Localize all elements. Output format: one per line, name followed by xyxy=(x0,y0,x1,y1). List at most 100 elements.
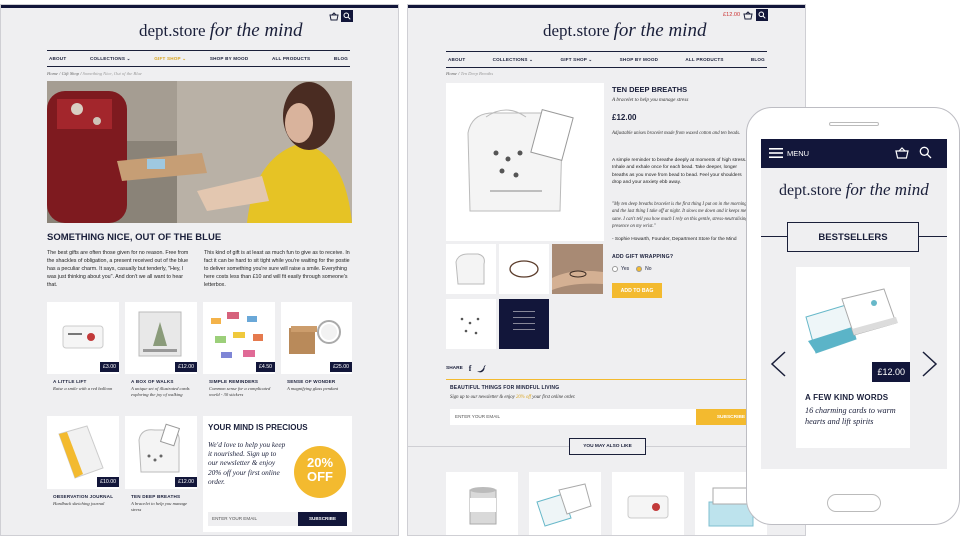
share-label: SHARE xyxy=(446,366,463,371)
product-title: TEN DEEP BREATHS xyxy=(612,85,688,94)
radio-no[interactable] xyxy=(636,266,643,272)
menu-button[interactable]: MENU xyxy=(769,148,809,158)
product-card-a-box-of-walks[interactable]: £12.00 xyxy=(125,302,197,374)
nav-collections[interactable]: COLLECTIONS ⌄ xyxy=(90,56,131,62)
breadcrumb-gift-shop[interactable]: Gift Shop xyxy=(62,71,79,76)
promo-text: We'd love to help you keep it nourished.… xyxy=(208,440,286,486)
product-description: A simple reminder to breathe deeply at m… xyxy=(612,158,747,185)
product-card-ten-deep-breaths[interactable]: £12.00 xyxy=(125,416,197,489)
basket-icon[interactable] xyxy=(895,147,909,159)
nav-collections[interactable]: COLLECTIONS ⌄ xyxy=(493,57,534,63)
price-badge: £10.00 xyxy=(97,477,119,487)
thumbnail-2[interactable] xyxy=(499,244,549,294)
price-badge: £4.50 xyxy=(256,362,275,372)
product-title[interactable]: TEN DEEP BREATHS xyxy=(131,494,180,499)
search-button[interactable] xyxy=(756,9,768,21)
product-card-simple-reminders[interactable]: £4.50 xyxy=(203,302,275,374)
product-price: £12.00 xyxy=(612,113,637,122)
product-title[interactable]: SENSE OF WONDER xyxy=(287,379,335,384)
product-subtitle: A bracelet to help you manage stress xyxy=(131,501,188,512)
nav-about[interactable]: ABOUT xyxy=(49,56,66,61)
intro-text-right: This kind of gift is at least as much fu… xyxy=(204,250,350,288)
product-card-observation-journal[interactable]: £10.00 xyxy=(47,416,119,489)
bestseller-card[interactable]: £12.00 A FEW KIND WORDS 16 charming card… xyxy=(796,267,910,448)
breadcrumb-home[interactable]: Home xyxy=(47,71,58,76)
related-product-1[interactable] xyxy=(446,472,518,535)
site-logo[interactable]: dept.store for the mind xyxy=(779,180,929,200)
nav-gift-shop[interactable]: GIFT SHOP ⌄ xyxy=(560,57,592,63)
breadcrumb-current: Ten Deep Breaths xyxy=(460,71,494,76)
thumbnail-5[interactable] xyxy=(499,299,549,349)
nav-shop-by-mood[interactable]: SHOP BY MOOD xyxy=(210,56,248,61)
price-badge: £12.00 xyxy=(175,477,197,487)
product-title[interactable]: A LITTLE LIFT xyxy=(53,379,87,384)
search-button[interactable] xyxy=(341,10,353,22)
add-to-bag-button[interactable]: ADD TO BAG xyxy=(612,283,662,298)
nav-about[interactable]: ABOUT xyxy=(448,57,465,62)
phone-speaker xyxy=(829,122,879,126)
product-card-sense-of-wonder[interactable]: £25.00 xyxy=(281,302,352,374)
thumbnail-4[interactable] xyxy=(446,299,496,349)
chevron-left-icon[interactable] xyxy=(769,351,787,377)
product-subtitle: 16 charming cards to warm hearts and lif… xyxy=(805,406,896,426)
subscribe-button[interactable]: SUBSCRIBE xyxy=(298,512,347,526)
breadcrumb-current: Something Nice, Out of the Blue xyxy=(82,71,142,76)
promo-title: YOUR MIND IS PRECIOUS xyxy=(208,423,308,432)
newsletter-promo: YOUR MIND IS PRECIOUS We'd love to help … xyxy=(203,416,352,532)
radio-yes-label: Yes xyxy=(621,266,630,272)
nav-all-products[interactable]: ALL PRODUCTS xyxy=(685,57,723,62)
gift-wrap-options: Yes No xyxy=(612,266,652,272)
menu-label: MENU xyxy=(787,148,810,158)
product-title[interactable]: SIMPLE REMINDERS xyxy=(209,379,258,384)
product-title[interactable]: A BOX OF WALKS xyxy=(131,379,174,384)
top-bar xyxy=(1,5,398,8)
nav-blog[interactable]: BLOG xyxy=(751,57,765,62)
product-card-a-little-lift[interactable]: £3.00 xyxy=(47,302,119,374)
nav-gift-shop[interactable]: GIFT SHOP ⌄ xyxy=(154,56,186,62)
product-title[interactable]: A FEW KIND WORDS xyxy=(805,393,888,402)
main-product-image[interactable] xyxy=(446,83,604,241)
breadcrumb: Home / Gift Shop / Something Nice, Out o… xyxy=(47,71,142,76)
newsletter-email-input[interactable]: ENTER YOUR EMAIL xyxy=(450,409,696,425)
email-input[interactable]: ENTER YOUR EMAIL xyxy=(208,512,298,526)
newsletter-text: Sign up to our newsletter & enjoy 20% of… xyxy=(450,395,576,400)
mobile-phone-frame: MENU dept.store for the mind BESTSELLERS… xyxy=(746,107,960,525)
quote-author: - Sophie Howarth, Founder, Department St… xyxy=(612,237,737,242)
home-button[interactable] xyxy=(827,494,881,512)
site-logo[interactable]: dept.store for the mind xyxy=(543,20,706,42)
search-icon[interactable] xyxy=(919,146,932,159)
product-subtitle: A bracelet to help you manage stress xyxy=(612,97,689,103)
twitter-icon[interactable] xyxy=(477,364,487,373)
breadcrumb: Home / Ten Deep Breaths xyxy=(446,71,494,76)
facebook-icon[interactable]: f xyxy=(469,364,472,373)
product-short-description: Adjustable unisex bracelet made from wax… xyxy=(612,131,741,136)
basket-icon[interactable] xyxy=(742,10,753,21)
chevron-right-icon[interactable] xyxy=(921,351,939,377)
search-icon xyxy=(343,12,351,20)
related-product-2[interactable] xyxy=(529,472,601,535)
related-product-3[interactable] xyxy=(612,472,684,535)
basket-icon[interactable] xyxy=(328,11,339,22)
hero-image xyxy=(47,81,352,223)
site-logo[interactable]: dept.store for the mind xyxy=(139,20,302,42)
thumbnail-3[interactable] xyxy=(552,244,603,294)
intro-text-left: The best gifts are often those given for… xyxy=(47,250,189,288)
thumbnail-1[interactable] xyxy=(446,244,496,294)
product-subtitle: Raise a smile with a red balloon xyxy=(53,386,113,391)
top-bar xyxy=(408,5,805,8)
discount-badge: 20% OFF xyxy=(294,446,346,498)
search-icon xyxy=(758,11,766,19)
discount-value: 20% xyxy=(306,455,334,470)
product-title[interactable]: OBSERVATION JOURNAL xyxy=(53,494,113,499)
cart-total[interactable]: £12.00 xyxy=(723,12,740,18)
gift-shop-page: dept.store for the mind ABOUT COLLECTION… xyxy=(0,4,399,536)
nav-all-products[interactable]: ALL PRODUCTS xyxy=(272,56,310,61)
radio-yes[interactable] xyxy=(612,266,618,272)
breadcrumb-home[interactable]: Home xyxy=(446,71,457,76)
share-row: SHARE f xyxy=(446,364,487,373)
product-subtitle: A unique set of illustrated cards explor… xyxy=(131,386,190,397)
nav-blog[interactable]: BLOG xyxy=(334,56,348,61)
mobile-screen: MENU dept.store for the mind BESTSELLERS… xyxy=(761,139,947,469)
nav-shop-by-mood[interactable]: SHOP BY MOOD xyxy=(620,57,658,62)
newsletter-title: BEAUTIFUL THINGS FOR MINDFUL LIVING xyxy=(450,385,560,391)
